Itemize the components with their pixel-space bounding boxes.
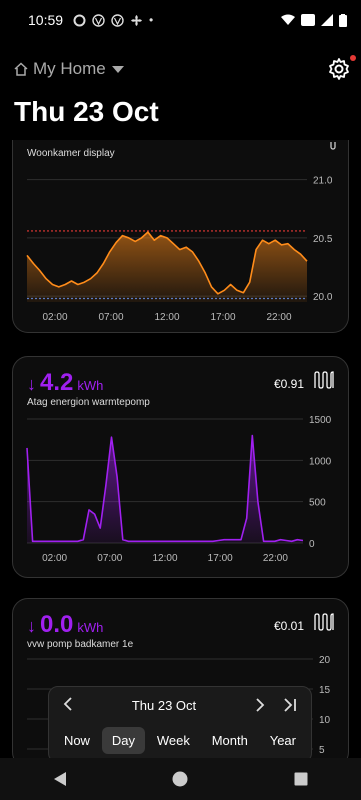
period-year[interactable]: Year (260, 727, 306, 754)
wifi-icon (281, 14, 295, 25)
home-button[interactable] (172, 771, 188, 787)
more-notifications-dot: • (149, 13, 154, 27)
vw-icon (92, 13, 105, 27)
x-tick-label: 12:00 (152, 553, 177, 564)
date-navigator: Thu 23 Oct Now Day Week Month Year (48, 686, 312, 763)
date-row: Thu 23 Oct (49, 687, 311, 723)
recents-button[interactable] (294, 772, 308, 786)
meter-icon (314, 613, 334, 631)
home-name: My Home (33, 59, 106, 78)
system-navigation-bar (0, 758, 361, 800)
card-label: Atag energion warmtepomp (27, 397, 150, 408)
period-now[interactable]: Now (54, 727, 100, 754)
period-day[interactable]: Day (101, 726, 145, 754)
page-title: Thu 23 Oct (14, 96, 159, 127)
current-date[interactable]: Thu 23 Oct (132, 698, 196, 713)
energy-value: ↓ 4.2 kWh (27, 369, 103, 397)
home-icon (14, 62, 28, 76)
x-tick-label: 02:00 (42, 312, 67, 323)
vw-icon (111, 13, 124, 27)
y-tick-label: 21.0 (313, 176, 333, 187)
notification-dot (350, 55, 356, 61)
fan-icon (131, 14, 143, 26)
temperature-card[interactable]: Woonkamer display 21.0 20.5 20.0 02:00 07:00… (12, 140, 349, 333)
volte-icon (301, 14, 315, 26)
energy-number: 0.0 (40, 611, 74, 638)
down-arrow-icon: ↓ (27, 616, 36, 636)
energy-value: ↓ 0.0 kWh (27, 611, 103, 639)
x-tick-label: 07:00 (98, 312, 123, 323)
notification-icons: • (73, 13, 153, 27)
energy-cost: €0.91 (273, 377, 304, 391)
status-bar: 10:59 • (0, 0, 361, 40)
y-tick-label: 1500 (309, 415, 332, 426)
down-arrow-icon: ↓ (27, 374, 36, 394)
period-selector: Now Day Week Month Year (49, 723, 311, 757)
y-tick-label: 15 (319, 685, 331, 696)
gear-icon (329, 58, 349, 80)
y-tick-label: 20 (319, 655, 331, 666)
y-tick-label: 5 (319, 745, 325, 756)
system-icons (281, 13, 347, 27)
x-tick-label: 17:00 (208, 553, 233, 564)
energy-chart-heatpump: 1500 1000 500 0 02:00 07:00 12:00 17:00 22:00 (26, 415, 332, 564)
energy-unit: kWh (77, 378, 104, 393)
period-week[interactable]: Week (147, 727, 200, 754)
period-month[interactable]: Month (202, 727, 258, 754)
x-tick-label: 12:00 (154, 312, 179, 323)
energy-cost: €0.01 (273, 619, 304, 633)
x-tick-label: 02:00 (42, 553, 67, 564)
home-selector[interactable]: My Home (14, 59, 125, 79)
y-tick-label: 1000 (309, 456, 332, 467)
y-tick-label: 0 (309, 539, 315, 550)
forward-controls (255, 698, 297, 712)
temperature-chart: 21.0 20.5 20.0 02:00 07:00 12:00 17:00 22:00 (26, 176, 333, 323)
dropdown-caret-icon (111, 66, 124, 73)
energy-card-heatpump[interactable]: ↓ 4.2 kWh €0.91 Atag energion warmtepomp… (12, 356, 349, 578)
next-day-button[interactable] (255, 698, 265, 712)
x-tick-label: 07:00 (97, 553, 122, 564)
energy-number: 4.2 (40, 369, 74, 396)
status-time: 10:59 (28, 12, 64, 28)
y-tick-label: 20.5 (313, 234, 333, 245)
chevron-left-icon (63, 696, 72, 711)
battery-icon (339, 13, 347, 27)
x-tick-label: 22:00 (266, 312, 291, 323)
app-header: My Home (14, 54, 356, 84)
previous-day-button[interactable] (63, 695, 73, 716)
x-tick-label: 22:00 (263, 553, 288, 564)
y-tick-label: 20.0 (313, 292, 333, 303)
series-line (26, 434, 304, 543)
y-tick-label: 10 (319, 715, 331, 726)
jump-to-today-button[interactable] (283, 698, 297, 712)
sync-icon (73, 14, 86, 26)
back-button[interactable] (53, 771, 67, 787)
card-label: vvw pomp badkamer 1e (27, 639, 134, 650)
series-area (27, 232, 307, 302)
settings-button[interactable] (327, 55, 356, 81)
y-tick-label: 500 (309, 498, 326, 509)
meter-icon (314, 371, 334, 389)
x-tick-label: 17:00 (210, 312, 235, 323)
energy-unit: kWh (77, 620, 104, 635)
signal-icon (321, 14, 333, 26)
